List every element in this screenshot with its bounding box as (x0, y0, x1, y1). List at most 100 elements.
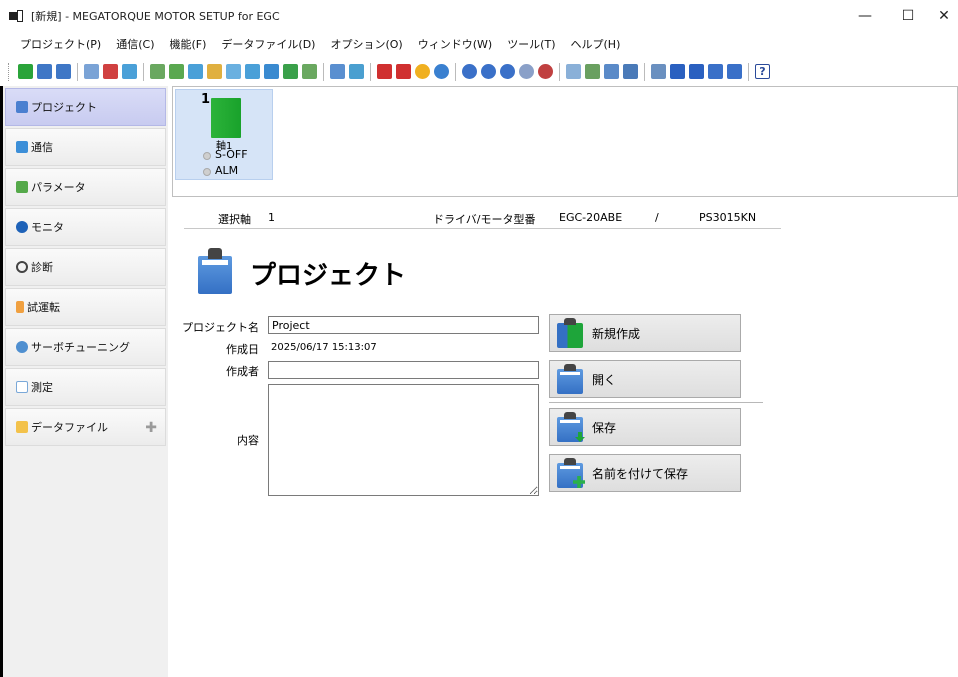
user-icon[interactable] (708, 64, 723, 79)
open-project-icon (557, 364, 583, 394)
measurement-icon (16, 381, 28, 393)
toolbar-separator (77, 62, 78, 81)
author-label: 作成者 (226, 365, 259, 378)
sidebar-item-test-run[interactable]: 試運転 (5, 288, 166, 326)
toolbar-separator (323, 62, 324, 81)
menu-communication[interactable]: 通信(C) (116, 36, 154, 52)
save-project-icon (557, 412, 585, 442)
new-project-button[interactable]: 新規作成 (549, 314, 741, 352)
toolbar-separator (644, 62, 645, 81)
param-edit-icon[interactable] (207, 64, 222, 79)
home-return-icon[interactable] (519, 64, 534, 79)
comm-settings-icon[interactable] (122, 64, 137, 79)
sidebar-item-servo-tuning[interactable]: サーボチューニング (5, 328, 166, 366)
actions-divider (549, 402, 763, 403)
project-save-icon[interactable] (56, 64, 71, 79)
connect-icon[interactable] (84, 64, 99, 79)
save-as-project-icon (557, 458, 585, 488)
param-backup-icon[interactable] (245, 64, 260, 79)
menu-option[interactable]: オプション(O) (330, 36, 402, 52)
servo-on-icon[interactable] (670, 64, 685, 79)
sidebar-item-monitor[interactable]: モニタ (5, 208, 166, 246)
sidebar-item-measurement[interactable]: 測定 (5, 368, 166, 406)
menu-datafile[interactable]: データファイル(D) (221, 36, 315, 52)
sidebar-item-datafile[interactable]: データファイル ✚ (5, 408, 166, 446)
warning-icon[interactable] (415, 64, 430, 79)
parameter-icon (16, 181, 28, 193)
help-icon[interactable]: ? (755, 64, 770, 79)
sidebar-item-label: サーボチューニング (31, 341, 130, 354)
param-read-icon[interactable] (150, 64, 165, 79)
communication-icon (16, 141, 28, 153)
menu-window[interactable]: ウィンドウ(W) (418, 36, 492, 52)
created-date-label: 作成日 (226, 343, 259, 356)
model-separator: / (655, 211, 659, 224)
close-button[interactable]: ✕ (921, 0, 958, 32)
selected-axis-value: 1 (268, 211, 275, 224)
sidebar-item-label: プロジェクト (31, 101, 97, 114)
servo-off-icon[interactable] (689, 64, 704, 79)
test-run-icon[interactable] (538, 64, 553, 79)
model-label: ドライバ/モータ型番 (433, 213, 536, 226)
expand-plus-icon[interactable]: ✚ (145, 420, 157, 436)
project-new-icon[interactable] (18, 64, 33, 79)
param-write-icon[interactable] (169, 64, 184, 79)
axis-card[interactable]: 1 軸1 S-OFF ALM (175, 89, 273, 180)
param-init-icon[interactable] (226, 64, 241, 79)
network-icon[interactable] (434, 64, 449, 79)
disconnect-icon[interactable] (103, 64, 118, 79)
io-monitor-icon[interactable] (349, 64, 364, 79)
menu-project[interactable]: プロジェクト(P) (20, 36, 101, 52)
graph-icon[interactable] (623, 64, 638, 79)
param-upload-icon[interactable] (264, 64, 279, 79)
menu-help[interactable]: ヘルプ(H) (571, 36, 621, 52)
created-date-value: 2025/06/17 15:13:07 (271, 342, 377, 353)
param-copy-icon[interactable] (302, 64, 317, 79)
tuning-icon[interactable] (651, 64, 666, 79)
hand-icon (16, 301, 24, 313)
sidebar-item-communication[interactable]: 通信 (5, 128, 166, 166)
sidebar-item-project[interactable]: プロジェクト (5, 88, 166, 126)
project-clipboard-icon (198, 248, 232, 294)
save-project-button[interactable]: 保存 (549, 408, 741, 446)
sidebar-item-parameter[interactable]: パラメータ (5, 168, 166, 206)
menu-tool[interactable]: ツール(T) (507, 36, 555, 52)
content-label: 内容 (237, 434, 259, 447)
sidebar-item-diagnosis[interactable]: 診断 (5, 248, 166, 286)
author-field[interactable] (268, 361, 539, 379)
content-textarea[interactable] (268, 384, 539, 496)
alarm-status: ALM (215, 164, 239, 177)
monitor-icon[interactable] (330, 64, 345, 79)
axis-info-line: 選択軸 1 ドライバ/モータ型番 EGC-20ABE / PS3015KN (184, 203, 781, 229)
sidebar: プロジェクト 通信 パラメータ モニタ 診断 試運転 サーボチューニング 測定 … (0, 86, 168, 677)
menu-function[interactable]: 機能(F) (169, 36, 206, 52)
open-project-button[interactable]: 開く (549, 360, 741, 398)
measurement-icon[interactable] (585, 64, 600, 79)
program-icon[interactable] (481, 64, 496, 79)
param-compare-icon[interactable] (188, 64, 203, 79)
waveform-icon[interactable] (566, 64, 581, 79)
sidebar-item-label: モニタ (31, 221, 64, 234)
save-as-project-button[interactable]: 名前を付けて保存 (549, 454, 741, 492)
toolbar-separator (559, 62, 560, 81)
alarm-history-icon[interactable] (396, 64, 411, 79)
clipboard-icon (16, 101, 28, 113)
param-download-icon[interactable] (283, 64, 298, 79)
positioning-icon[interactable] (500, 64, 515, 79)
save-as-project-label: 名前を付けて保存 (592, 466, 689, 481)
settings-icon[interactable] (727, 64, 742, 79)
alarm-icon[interactable] (377, 64, 392, 79)
jog-icon[interactable] (462, 64, 477, 79)
open-project-label: 開く (592, 372, 617, 387)
project-name-field[interactable] (268, 316, 539, 334)
sidebar-item-label: 通信 (31, 141, 53, 154)
minimize-button[interactable]: — (842, 0, 888, 32)
frequency-icon[interactable] (604, 64, 619, 79)
toolbar: ? (0, 58, 958, 85)
project-open-icon[interactable] (37, 64, 52, 79)
toolbar-grip[interactable] (8, 62, 11, 81)
new-project-label: 新規作成 (592, 326, 641, 341)
axis-panel: 1 軸1 S-OFF ALM (172, 86, 958, 197)
axis-driver-icon (211, 98, 241, 138)
app-icon (9, 10, 23, 22)
